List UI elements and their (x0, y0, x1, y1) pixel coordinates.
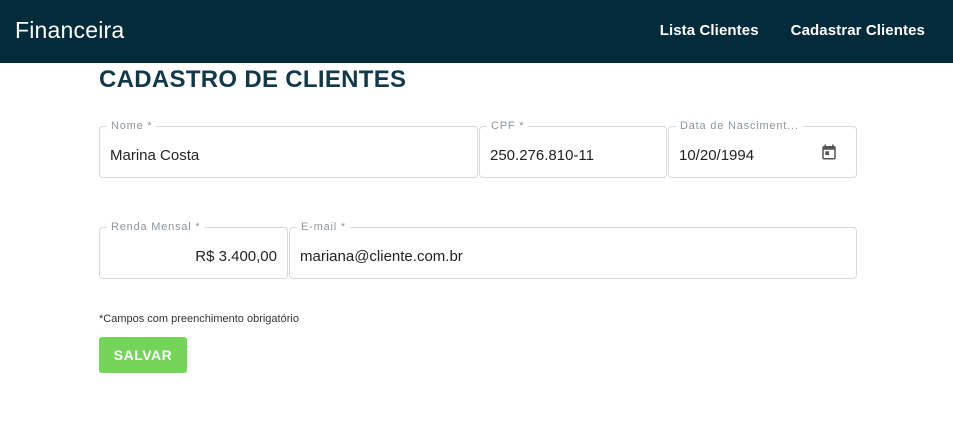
renda-mensal-input[interactable]: R$ 3.400,00 (195, 248, 277, 265)
page-title: CADASTRO DE CLIENTES (99, 66, 407, 93)
calendar-icon[interactable] (820, 143, 838, 161)
nome-field[interactable]: Nome * Marina Costa (99, 120, 478, 178)
nav-cadastrar-clientes[interactable]: Cadastrar Clientes (791, 22, 925, 39)
email-input[interactable]: mariana@cliente.com.br (300, 248, 463, 265)
cpf-label: CPF * (487, 120, 529, 132)
required-fields-note: *Campos com preenchimento obrigatório (99, 313, 299, 325)
nome-label: Nome * (107, 120, 157, 132)
renda-mensal-label: Renda Mensal * (107, 221, 205, 233)
brand-logo[interactable]: Financeira (15, 17, 124, 44)
nome-input[interactable]: Marina Costa (110, 147, 199, 164)
save-button[interactable]: SALVAR (99, 337, 187, 373)
renda-mensal-field[interactable]: Renda Mensal * R$ 3.400,00 (99, 221, 288, 279)
data-nascimento-input[interactable]: 10/20/1994 (679, 147, 754, 164)
email-field[interactable]: E-mail * mariana@cliente.com.br (289, 221, 857, 279)
main-nav: Lista Clientes Cadastrar Clientes (660, 22, 925, 39)
data-nascimento-field[interactable]: Data de Nasciment... 10/20/1994 (668, 120, 857, 178)
data-nascimento-label: Data de Nasciment... (676, 120, 803, 132)
cpf-field[interactable]: CPF * 250.276.810-11 (479, 120, 667, 178)
email-label: E-mail * (297, 221, 350, 233)
top-navbar: Financeira Lista Clientes Cadastrar Clie… (0, 0, 953, 63)
nav-lista-clientes[interactable]: Lista Clientes (660, 22, 759, 39)
cpf-input[interactable]: 250.276.810-11 (490, 147, 594, 164)
